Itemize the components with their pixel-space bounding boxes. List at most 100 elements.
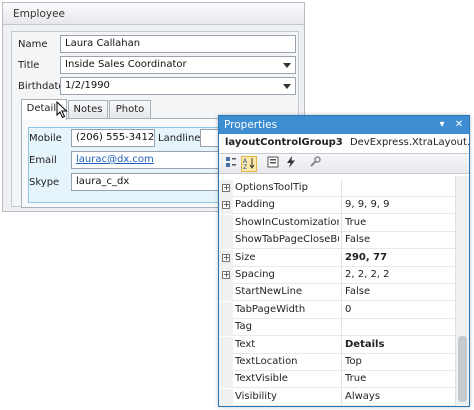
properties-window: Properties ▾ ✕ layoutControlGroup3 DevEx… (218, 115, 470, 407)
sort-az-icon[interactable]: AZ (241, 156, 257, 172)
property-value[interactable]: 9, 9, 9, 9 (345, 199, 453, 210)
property-value[interactable]: 2, 2, 2, 2 (345, 269, 453, 280)
property-name: StartNewLine (235, 286, 303, 298)
tab-photo[interactable]: Photo (109, 100, 151, 119)
object-name: layoutControlGroup3 (225, 137, 343, 148)
property-separator (341, 319, 342, 337)
property-row[interactable]: Visibility Always (219, 388, 455, 406)
title-label: Title (18, 60, 40, 71)
property-name: Padding (235, 199, 275, 211)
property-value[interactable]: False (345, 234, 453, 245)
property-separator (341, 301, 342, 319)
chevron-down-icon[interactable] (283, 63, 291, 68)
properties-toolbar: AZ (219, 154, 469, 174)
tab-notes[interactable]: Notes (68, 100, 108, 119)
property-name: Spacing (235, 269, 275, 280)
email-label: Email (29, 155, 57, 166)
property-row[interactable]: + Size 290, 77 (219, 249, 455, 267)
birthdate-combo[interactable]: 1/2/1990 (60, 77, 296, 95)
mobile-label: Mobile (29, 133, 62, 144)
property-separator (341, 180, 342, 197)
property-separator (341, 336, 342, 354)
property-name: Text (235, 338, 256, 350)
email-link[interactable]: laurac@dx.com (76, 154, 154, 165)
property-row[interactable]: + OptionsToolTip (219, 180, 455, 197)
property-row-gutter (219, 388, 233, 406)
property-name: Tag (235, 321, 252, 333)
property-separator (341, 232, 342, 250)
property-row[interactable]: ShowTabPageCloseBu False (219, 232, 455, 250)
property-row[interactable]: TabPageWidth 0 (219, 301, 455, 319)
property-name: Visibility (235, 390, 277, 402)
property-row[interactable]: Text Details (219, 336, 455, 354)
property-row[interactable]: StartNewLine False (219, 284, 455, 302)
title-combo[interactable]: Inside Sales Coordinator (60, 56, 296, 74)
birthdate-value: 1/2/1990 (65, 80, 110, 91)
property-row[interactable]: ShowInCustomization True (219, 214, 455, 232)
property-separator (341, 214, 342, 232)
title-combo-value: Inside Sales Coordinator (65, 59, 187, 70)
property-value[interactable]: Top (345, 356, 453, 367)
property-separator (341, 388, 342, 406)
svg-text:Z: Z (243, 164, 247, 169)
lightning-icon[interactable] (283, 156, 299, 172)
property-name: ShowInCustomization (235, 216, 339, 228)
property-row[interactable]: Tag (219, 319, 455, 337)
birthdate-label: Birthdate (18, 81, 65, 92)
property-name: Size (235, 251, 256, 263)
categorized-icon[interactable] (223, 156, 239, 172)
property-value[interactable]: True (345, 373, 453, 384)
expand-plus-icon[interactable]: + (222, 184, 230, 192)
property-row-gutter (219, 336, 233, 354)
expand-plus-icon[interactable]: + (222, 253, 230, 262)
close-icon[interactable]: ✕ (452, 118, 466, 132)
chevron-down-icon[interactable] (283, 84, 291, 89)
property-name: TextVisible (235, 373, 288, 385)
wrench-icon[interactable] (307, 156, 323, 172)
property-separator (341, 284, 342, 302)
property-separator (341, 354, 342, 371)
skype-label: Skype (29, 177, 60, 188)
properties-icon[interactable] (265, 156, 281, 172)
property-grid-scrollbar[interactable] (455, 176, 469, 406)
expand-plus-icon[interactable]: + (222, 271, 230, 279)
property-row[interactable]: + Padding 9, 9, 9, 9 (219, 197, 455, 215)
property-value[interactable]: True (345, 217, 453, 228)
property-name: TextLocation (235, 356, 298, 367)
mouse-cursor-icon (56, 101, 68, 119)
mobile-input[interactable]: (206) 555-3412 (71, 129, 155, 147)
scrollbar-thumb[interactable] (458, 336, 467, 402)
property-row-gutter (219, 284, 233, 302)
properties-title: Properties (224, 119, 278, 131)
property-separator (341, 371, 342, 389)
property-name: TabPageWidth (235, 303, 306, 315)
property-name: OptionsToolTip (235, 182, 308, 193)
property-row-gutter (219, 319, 233, 337)
property-value[interactable]: False (345, 286, 453, 297)
property-separator (341, 249, 342, 267)
property-row-gutter (219, 232, 233, 250)
property-value[interactable]: Always (345, 391, 453, 402)
property-name: ShowTabPageCloseBu (235, 234, 339, 246)
property-grid: + OptionsToolTip + Padding 9, 9, 9, 9 ShowInC… (219, 176, 455, 406)
property-row[interactable]: + Spacing 2, 2, 2, 2 (219, 267, 455, 284)
name-label: Name (18, 39, 48, 50)
name-input[interactable]: Laura Callahan (60, 35, 296, 53)
object-selector[interactable]: layoutControlGroup3 DevExpress.XtraLayou… (219, 134, 469, 154)
employee-group-title: Employee (3, 3, 304, 25)
object-type: DevExpress.XtraLayout.Layout (349, 137, 469, 148)
expand-plus-icon[interactable]: + (222, 201, 230, 210)
pin-dropdown-icon[interactable]: ▾ (435, 118, 449, 132)
property-row-gutter (219, 301, 233, 319)
property-value[interactable]: Details (345, 339, 453, 350)
property-separator (341, 197, 342, 215)
property-value[interactable]: 0 (345, 304, 453, 315)
property-row[interactable]: TextVisible True (219, 371, 455, 389)
property-row[interactable]: TextLocation Top (219, 354, 455, 371)
properties-titlebar[interactable]: Properties ▾ ✕ (219, 116, 469, 134)
property-value[interactable]: 290, 77 (345, 252, 453, 263)
property-separator (341, 267, 342, 284)
property-row-gutter (219, 371, 233, 389)
property-row-gutter (219, 214, 233, 232)
property-row-gutter (219, 354, 233, 371)
